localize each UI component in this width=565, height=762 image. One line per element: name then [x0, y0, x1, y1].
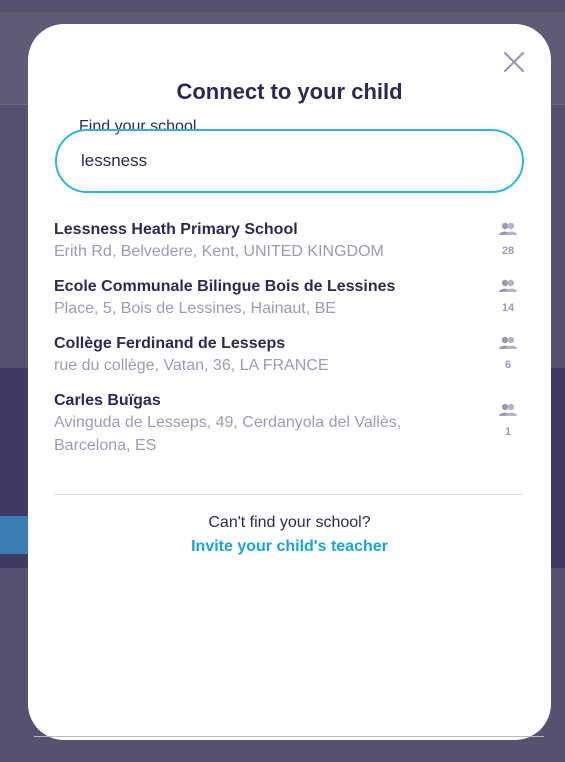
member-count-value: 14	[501, 302, 515, 314]
close-icon	[503, 51, 525, 73]
modal-title: Connect to your child	[176, 79, 403, 104]
school-address: rue du collège, Vatan, 36, LA FRANCE	[54, 357, 329, 374]
school-address: Avinguda de Lesseps, 49, Cerdanyola del …	[54, 414, 402, 454]
school-address: Place, 5, Bois de Lessines, Hainaut, BE	[54, 300, 336, 317]
member-count-value: 28	[501, 245, 515, 257]
member-count: 6	[496, 336, 520, 371]
school-search-field[interactable]	[55, 129, 524, 193]
school-results-list: Lessness Heath Primary School Erith Rd, …	[54, 220, 524, 471]
connect-child-modal: Connect to your child Find your school L…	[28, 24, 551, 740]
member-count-value: 6	[504, 359, 512, 371]
member-count: 28	[496, 222, 520, 257]
people-icon	[499, 403, 517, 416]
people-icon	[499, 336, 517, 349]
people-icon	[499, 222, 517, 235]
member-count-value: 1	[504, 426, 512, 438]
school-address: Erith Rd, Belvedere, Kent, UNITED KINGDO…	[54, 243, 384, 260]
cant-find-text: Can't find your school?	[208, 514, 371, 531]
school-search-input[interactable]	[81, 151, 501, 171]
invite-teacher-link[interactable]: Invite your child's teacher	[28, 538, 551, 556]
bottom-divider	[34, 736, 544, 737]
school-result-item[interactable]: Collège Ferdinand de Lesseps rue du coll…	[54, 334, 524, 377]
school-name: Collège Ferdinand de Lesseps	[54, 335, 286, 352]
background-button	[0, 516, 28, 554]
member-count: 1	[496, 403, 520, 438]
school-name: Carles Buïgas	[54, 392, 161, 409]
results-divider	[54, 494, 524, 495]
school-result-item[interactable]: Carles Buïgas Avinguda de Lesseps, 49, C…	[54, 391, 524, 457]
school-name: Ecole Communale Bilingue Bois de Lessine…	[54, 278, 396, 295]
people-icon	[499, 279, 517, 292]
school-result-item[interactable]: Ecole Communale Bilingue Bois de Lessine…	[54, 277, 524, 320]
school-result-item[interactable]: Lessness Heath Primary School Erith Rd, …	[54, 220, 524, 263]
member-count: 14	[496, 279, 520, 314]
school-name: Lessness Heath Primary School	[54, 221, 298, 238]
close-button[interactable]	[500, 48, 528, 76]
